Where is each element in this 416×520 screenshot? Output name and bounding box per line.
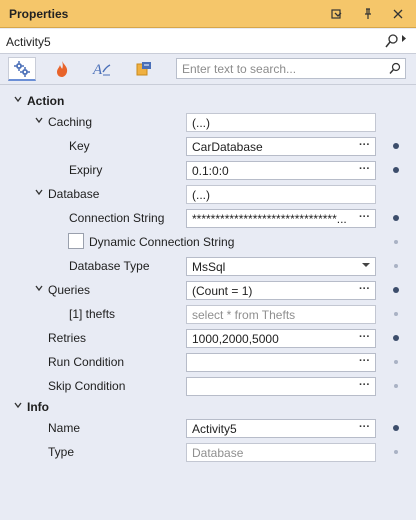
pin-icon[interactable] bbox=[358, 4, 378, 24]
dropdown-arrow-icon[interactable] bbox=[362, 263, 370, 267]
value-text: MsSql bbox=[192, 260, 226, 274]
search-icon[interactable] bbox=[385, 33, 399, 49]
connection-string-value[interactable]: *******************************... ··· bbox=[186, 209, 376, 228]
object-name: Activity5 bbox=[6, 35, 51, 49]
default-indicator bbox=[394, 450, 398, 454]
key-value[interactable]: CarDatabase ··· bbox=[186, 137, 376, 156]
ellipsis-button[interactable]: ··· bbox=[359, 379, 370, 391]
property-label: Skip Condition bbox=[48, 379, 126, 393]
property-label: Retries bbox=[48, 331, 87, 345]
run-condition-value[interactable]: ··· bbox=[186, 353, 376, 372]
events-fire-icon[interactable] bbox=[48, 57, 76, 81]
property-label: Run Condition bbox=[48, 355, 125, 369]
name-value[interactable]: Activity5 ··· bbox=[186, 419, 376, 438]
close-icon[interactable] bbox=[388, 4, 408, 24]
property-label: Type bbox=[48, 445, 75, 459]
modified-indicator[interactable] bbox=[393, 167, 399, 173]
collapse-icon[interactable] bbox=[34, 284, 44, 294]
property-expiry[interactable]: Expiry 0.1:0:0 ··· bbox=[0, 158, 416, 182]
property-connection-string[interactable]: Connection String **********************… bbox=[0, 206, 416, 230]
property-key[interactable]: Key CarDatabase ··· bbox=[0, 134, 416, 158]
property-search[interactable] bbox=[176, 58, 406, 79]
collapse-icon[interactable] bbox=[13, 401, 23, 411]
property-dynamic-connection-string[interactable]: Dynamic Connection String bbox=[0, 230, 416, 254]
ellipsis-button[interactable]: ··· bbox=[359, 139, 370, 151]
properties-box-icon[interactable] bbox=[130, 57, 158, 81]
default-indicator[interactable] bbox=[394, 264, 398, 268]
modified-indicator[interactable] bbox=[393, 143, 399, 149]
ellipsis-button[interactable]: ··· bbox=[359, 355, 370, 367]
modified-indicator[interactable] bbox=[393, 425, 399, 431]
default-indicator[interactable] bbox=[394, 312, 398, 316]
retries-value[interactable]: 1000,2000,5000 ··· bbox=[186, 329, 376, 348]
value-text: CarDatabase bbox=[192, 140, 263, 154]
value-text: (...) bbox=[192, 188, 210, 202]
dynamic-connection-checkbox[interactable] bbox=[68, 233, 84, 249]
value-text: Activity5 bbox=[192, 422, 237, 436]
property-grid: Action Caching (...) Key CarDatabase ···… bbox=[0, 86, 416, 520]
property-label: Expiry bbox=[69, 163, 103, 177]
chevron-right-icon[interactable] bbox=[401, 34, 407, 45]
toolbar: A bbox=[0, 54, 416, 85]
property-type[interactable]: Type Database bbox=[0, 440, 416, 464]
skip-condition-value[interactable]: ··· bbox=[186, 377, 376, 396]
property-retries[interactable]: Retries 1000,2000,5000 ··· bbox=[0, 326, 416, 350]
value-text: (Count = 1) bbox=[192, 284, 253, 298]
database-type-select[interactable]: MsSql bbox=[186, 257, 376, 276]
property-query-thefts[interactable]: [1] thefts select * from Thefts bbox=[0, 302, 416, 326]
property-label: [1] thefts bbox=[69, 307, 116, 321]
ellipsis-button[interactable]: ··· bbox=[359, 211, 370, 223]
value-text: Database bbox=[192, 446, 244, 460]
category-label: Action bbox=[27, 94, 65, 108]
queries-value[interactable]: (Count = 1) ··· bbox=[186, 281, 376, 300]
caching-value[interactable]: (...) bbox=[186, 113, 376, 132]
modified-indicator[interactable] bbox=[393, 215, 399, 221]
default-indicator[interactable] bbox=[394, 360, 398, 364]
collapse-icon[interactable] bbox=[34, 116, 44, 126]
collapse-icon[interactable] bbox=[13, 95, 23, 105]
property-search-input[interactable] bbox=[177, 59, 377, 78]
default-indicator[interactable] bbox=[394, 384, 398, 388]
property-label: Name bbox=[48, 421, 81, 435]
search-icon[interactable] bbox=[389, 62, 401, 75]
property-database-type[interactable]: Database Type MsSql bbox=[0, 254, 416, 278]
value-text: select * from Thefts bbox=[192, 308, 296, 322]
ellipsis-button[interactable]: ··· bbox=[359, 421, 370, 433]
property-label: Database Type bbox=[69, 259, 150, 273]
modified-indicator[interactable] bbox=[393, 335, 399, 341]
thefts-query-value[interactable]: select * from Thefts bbox=[186, 305, 376, 324]
ellipsis-button[interactable]: ··· bbox=[359, 331, 370, 343]
svg-text:A: A bbox=[92, 62, 103, 78]
value-text: 0.1:0:0 bbox=[192, 164, 229, 178]
property-label: Queries bbox=[48, 283, 91, 297]
ellipsis-button[interactable]: ··· bbox=[359, 163, 370, 175]
property-label: Database bbox=[48, 187, 100, 201]
property-label: Connection String bbox=[69, 211, 165, 225]
value-text: (...) bbox=[192, 116, 210, 130]
value-text: *******************************... bbox=[192, 212, 347, 226]
property-label: Caching bbox=[48, 115, 93, 129]
window-title: Properties bbox=[9, 7, 69, 21]
property-name[interactable]: Name Activity5 ··· bbox=[0, 416, 416, 440]
type-value: Database bbox=[186, 443, 376, 462]
property-database[interactable]: Database (...) bbox=[0, 182, 416, 206]
property-label: Key bbox=[69, 139, 90, 153]
category-label: Info bbox=[27, 400, 49, 414]
ellipsis-button[interactable]: ··· bbox=[359, 283, 370, 295]
text-style-icon[interactable]: A bbox=[88, 57, 116, 81]
object-selector[interactable]: Activity5 bbox=[0, 29, 416, 54]
property-run-condition[interactable]: Run Condition ··· bbox=[0, 350, 416, 374]
property-label: Dynamic Connection String bbox=[89, 235, 235, 249]
property-caching[interactable]: Caching (...) bbox=[0, 110, 416, 134]
modified-indicator[interactable] bbox=[393, 287, 399, 293]
categorized-view-icon[interactable] bbox=[8, 57, 36, 81]
maximize-icon[interactable] bbox=[326, 4, 346, 24]
expiry-value[interactable]: 0.1:0:0 ··· bbox=[186, 161, 376, 180]
value-text: 1000,2000,5000 bbox=[192, 332, 279, 346]
default-indicator[interactable] bbox=[394, 240, 398, 244]
database-value[interactable]: (...) bbox=[186, 185, 376, 204]
collapse-icon[interactable] bbox=[34, 188, 44, 198]
property-queries[interactable]: Queries (Count = 1) ··· bbox=[0, 278, 416, 302]
title-bar: Properties bbox=[0, 0, 416, 28]
